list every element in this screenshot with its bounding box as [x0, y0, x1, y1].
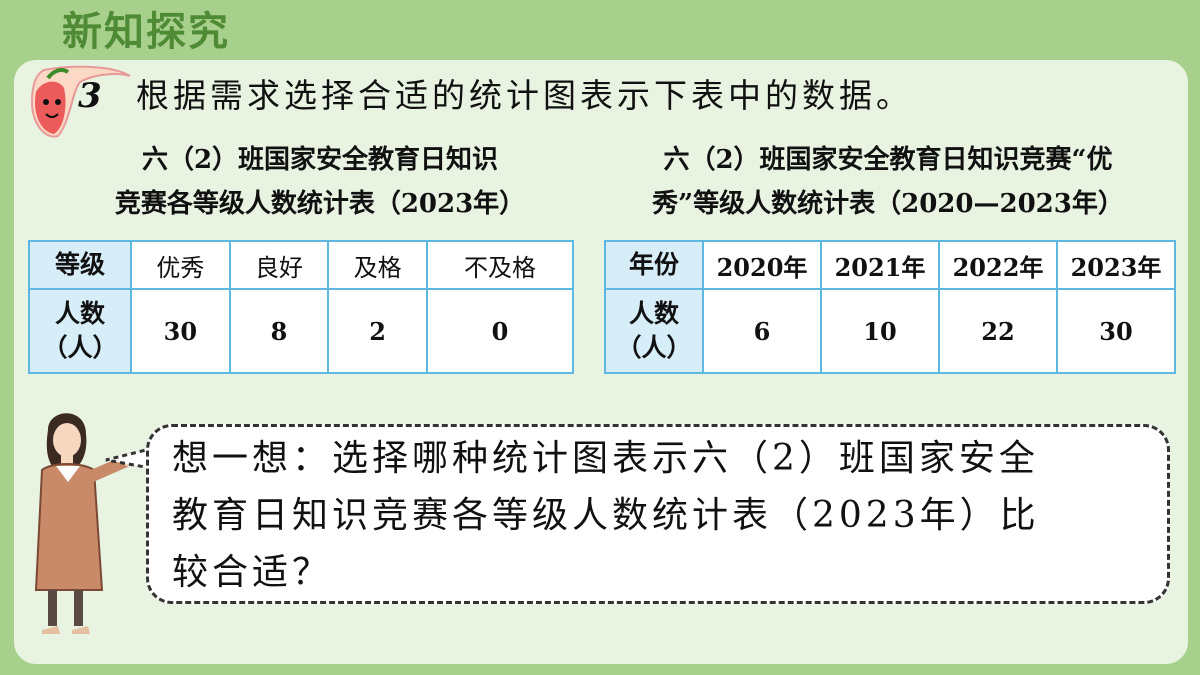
value-cell: 10 [820, 288, 940, 374]
value-cell: 8 [228, 288, 330, 374]
header-label-cell: 等级 [28, 240, 132, 290]
header-cell: 良好 [228, 240, 330, 290]
page-title: 新知探究 [62, 9, 230, 55]
header-cell: 及格 [327, 240, 428, 290]
left-table-title: 六（2）班国家安全教育日知识 竞赛各等级人数统计表（2023年） [114, 145, 526, 219]
row-label-cell: 人数 （人） [28, 288, 132, 374]
problem-number: 3 [78, 76, 102, 116]
value-cell: 30 [1056, 288, 1176, 374]
excellent-count-table: 年份 2020年 2021年 2022年 2023年 人数 （人） 6 10 2… [604, 240, 1176, 374]
mascot-pepper-icon [30, 65, 131, 138]
header-cell: 2023年 [1056, 240, 1176, 290]
speech-bubble-text: 想一想：选择哪种统计图表示六（2）班国家安全 教育日知识竞赛各等级人数统计表（2… [172, 438, 1040, 593]
value-cell: 22 [938, 288, 1058, 374]
header-cell: 2021年 [820, 240, 940, 290]
table-row: 人数 （人） 30 8 2 0 [28, 288, 575, 374]
value-cell: 30 [130, 288, 231, 374]
header-cell: 2022年 [938, 240, 1058, 290]
header-cell: 不及格 [425, 240, 575, 290]
value-cell: 0 [425, 288, 575, 374]
header-cell: 2020年 [702, 240, 822, 290]
header-cell: 优秀 [130, 240, 231, 290]
row-label-cell: 人数 （人） [604, 288, 704, 374]
table-header-row: 等级 优秀 良好 及格 不及格 [28, 240, 575, 290]
problem-statement: 根据需求选择合适的统计图表示下表中的数据。 [136, 76, 913, 115]
value-cell: 6 [702, 288, 822, 374]
teacher-figure-icon [34, 413, 134, 634]
header-label-cell: 年份 [604, 240, 704, 290]
table-row: 人数 （人） 6 10 22 30 [604, 288, 1176, 374]
right-table-title: 六（2）班国家安全教育日知识竞赛“优 秀”等级人数统计表（2020—2023年） [652, 145, 1124, 219]
table-header-row: 年份 2020年 2021年 2022年 2023年 [604, 240, 1176, 290]
value-cell: 2 [327, 288, 428, 374]
grade-count-table: 等级 优秀 良好 及格 不及格 人数 （人） 30 8 2 0 [28, 240, 575, 374]
